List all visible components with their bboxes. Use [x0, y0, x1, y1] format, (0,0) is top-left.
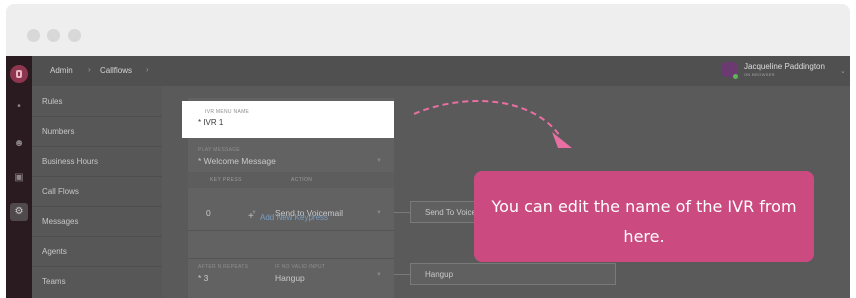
maximize-window-button[interactable] — [68, 29, 81, 42]
dialpad-icon[interactable]: • — [13, 101, 25, 113]
breadcrumb-admin[interactable]: Admin — [50, 66, 73, 75]
sidebar-item-label: Teams — [42, 277, 66, 286]
repeat-input[interactable]: * 3 — [198, 273, 208, 283]
no-valid-input-select[interactable]: Hangup — [275, 273, 305, 283]
sidebar-item-label: Business Hours — [42, 157, 99, 166]
sidebar-item-agents[interactable]: Agents — [32, 236, 162, 267]
tour-arrow-path — [413, 100, 561, 137]
ivr-name-label: IVR MENU NAME — [205, 109, 250, 115]
sidebar-item-teams[interactable]: Teams — [32, 266, 162, 296]
play-message-select[interactable]: * Welcome Message — [198, 156, 276, 166]
voicemail-node-label: Send To Voice — [425, 208, 477, 217]
column-action: ACTION — [291, 177, 313, 183]
breadcrumb-separator-icon: › — [146, 65, 149, 74]
hangup-node[interactable]: Hangup — [410, 263, 616, 285]
user-status-text: ON BROWSER — [744, 72, 775, 77]
divider — [188, 230, 394, 231]
chevron-down-icon[interactable]: ⌄ — [840, 67, 846, 75]
chevron-down-icon[interactable]: ▼ — [376, 210, 382, 216]
sidebar-item-messages[interactable]: Messages — [32, 206, 162, 237]
sidebar-item-numbers[interactable]: Numbers — [32, 116, 162, 147]
chevron-down-icon[interactable]: ▼ — [376, 158, 382, 164]
keypress-select[interactable]: 0 — [206, 208, 211, 218]
hangup-node-label: Hangup — [425, 270, 454, 279]
close-window-button[interactable] — [27, 29, 40, 42]
people-icon[interactable]: ☻ — [13, 138, 25, 150]
tour-arrow-icon — [413, 100, 572, 148]
gear-icon[interactable]: ⚙ — [13, 206, 25, 218]
icon-rail: • ☻ ▣ ⚙ — [6, 56, 32, 298]
plus-icon[interactable]: + — [248, 211, 254, 222]
column-key-press: KEY PRESS — [210, 177, 242, 183]
minimize-window-button[interactable] — [47, 29, 60, 42]
tour-tooltip: You can edit the name of the IVR from he… — [474, 171, 814, 262]
repeat-label: AFTER N REPEATS — [198, 264, 249, 270]
tooltip-text: You can edit the name of the IVR from he… — [491, 197, 797, 246]
top-bar: Admin › Callflows › Jacqueline Paddingto… — [32, 56, 850, 87]
status-dot — [733, 74, 738, 79]
phone-icon[interactable] — [10, 65, 28, 83]
keypress-table-header: KEY PRESS ACTION — [188, 172, 394, 188]
sidebar-item-business-hours[interactable]: Business Hours — [32, 146, 162, 177]
breadcrumb-callflows[interactable]: Callflows — [100, 66, 132, 75]
sidebar-item-rules[interactable]: Rules — [32, 86, 162, 117]
sidebar-item-label: Messages — [42, 217, 79, 226]
play-message-label: PLAY MESSAGE — [198, 147, 241, 153]
browser-frame: • ☻ ▣ ⚙ Admin › Callflows › Jacqueline P… — [0, 0, 856, 298]
tour-arrow-head — [552, 132, 572, 148]
flow-connector — [394, 274, 410, 275]
sidebar-item-label: Call Flows — [42, 187, 79, 196]
divider — [188, 258, 394, 259]
window-chrome — [6, 4, 850, 56]
sidebar-item-call-flows[interactable]: Call Flows — [32, 176, 162, 207]
sidebar-item-label: Rules — [42, 97, 63, 106]
contact-card-icon[interactable]: ▣ — [13, 172, 25, 184]
sidebar: Rules Numbers Business Hours Call Flows … — [32, 86, 162, 298]
ivr-name-input[interactable]: * IVR 1 — [198, 118, 223, 127]
add-keypress-link[interactable]: Add New Keypress — [260, 213, 328, 222]
sidebar-item-label: Numbers — [42, 127, 75, 136]
chevron-down-icon[interactable]: ▼ — [376, 272, 382, 278]
sidebar-item-label: Agents — [42, 247, 67, 256]
user-name[interactable]: Jacqueline Paddington — [744, 62, 825, 71]
ivr-name-field[interactable]: IVR MENU NAME * IVR 1 — [182, 101, 394, 138]
no-valid-input-label: IF NO VALID INPUT — [275, 264, 326, 270]
breadcrumb-separator-icon: › — [88, 65, 91, 74]
flow-connector — [394, 212, 410, 213]
